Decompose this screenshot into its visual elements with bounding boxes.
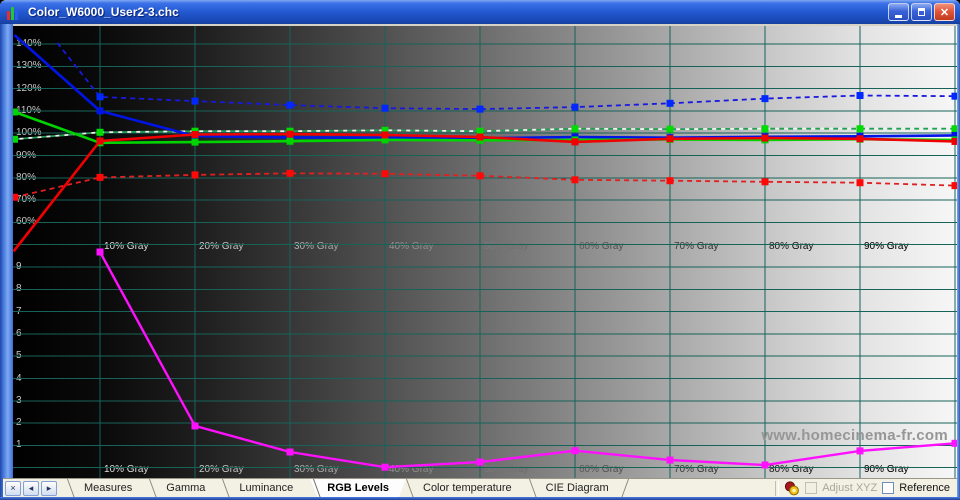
tab-label: Color temperature [423, 482, 512, 494]
maximize-button[interactable] [911, 3, 932, 21]
minimize-icon [895, 15, 902, 18]
adjust-xyz-label: Adjust XYZ [822, 482, 877, 494]
status-controls: Adjust XYZ Reference [775, 479, 957, 497]
title-bar[interactable]: Color_W6000_User2-3.chc ✕ [0, 0, 960, 24]
series-red-reference-line [15, 173, 956, 197]
app-icon [7, 5, 23, 20]
window-controls: ✕ [888, 3, 955, 21]
series-red-level-line [14, 134, 956, 251]
series-red-reference-markers [13, 170, 957, 201]
tab-gamma[interactable]: Gamma [149, 479, 222, 497]
tab-nav-buttons: ×◂▸ [3, 479, 59, 497]
series-blue-level-line [15, 35, 956, 138]
chart-plot [13, 26, 957, 478]
next-tab-button[interactable]: ▸ [41, 481, 57, 496]
window-title: Color_W6000_User2-3.chc [28, 5, 179, 19]
window-frame-left [0, 24, 13, 500]
adjust-xyz-checkbox [805, 482, 817, 494]
measure-icon [784, 481, 800, 496]
statusbar-separator [775, 481, 779, 496]
maximize-icon [918, 8, 925, 16]
tab-cie-diagram[interactable]: CIE Diagram [529, 479, 626, 497]
previous-tab-button[interactable]: ◂ [23, 481, 39, 496]
close-button[interactable]: ✕ [934, 3, 955, 21]
bottom-tab-bar: ×◂▸ Measures Gamma Luminance RGB Levels Colo… [3, 478, 957, 497]
app-window: Color_W6000_User2-3.chc ✕ 140%130%120%11… [0, 0, 960, 500]
tab-label: Gamma [166, 482, 205, 494]
reference-checkbox[interactable] [882, 482, 894, 494]
series-blue-reference-markers [97, 92, 958, 113]
watermark: www.homecinema-fr.com [761, 427, 948, 444]
tab-luminance[interactable]: Luminance [222, 479, 310, 497]
tab-label: Luminance [239, 482, 293, 494]
tab-label: CIE Diagram [546, 482, 609, 494]
tab-strip: Measures Gamma Luminance RGB Levels Color te… [67, 479, 626, 497]
reference-label: Reference [899, 482, 950, 494]
minimize-button[interactable] [888, 3, 909, 21]
close-tab-button[interactable]: × [5, 481, 21, 496]
gridlines [13, 26, 957, 478]
tab-color-temperature[interactable]: Color temperature [406, 479, 529, 497]
tab-measures[interactable]: Measures [67, 479, 149, 497]
tab-rgb-levels[interactable]: RGB Levels [310, 479, 406, 497]
tab-label: Measures [84, 482, 132, 494]
tab-label: RGB Levels [327, 482, 389, 494]
rgb-levels-chart: 140%130%120%110%100%90%80%70%60%98765432… [13, 26, 957, 478]
